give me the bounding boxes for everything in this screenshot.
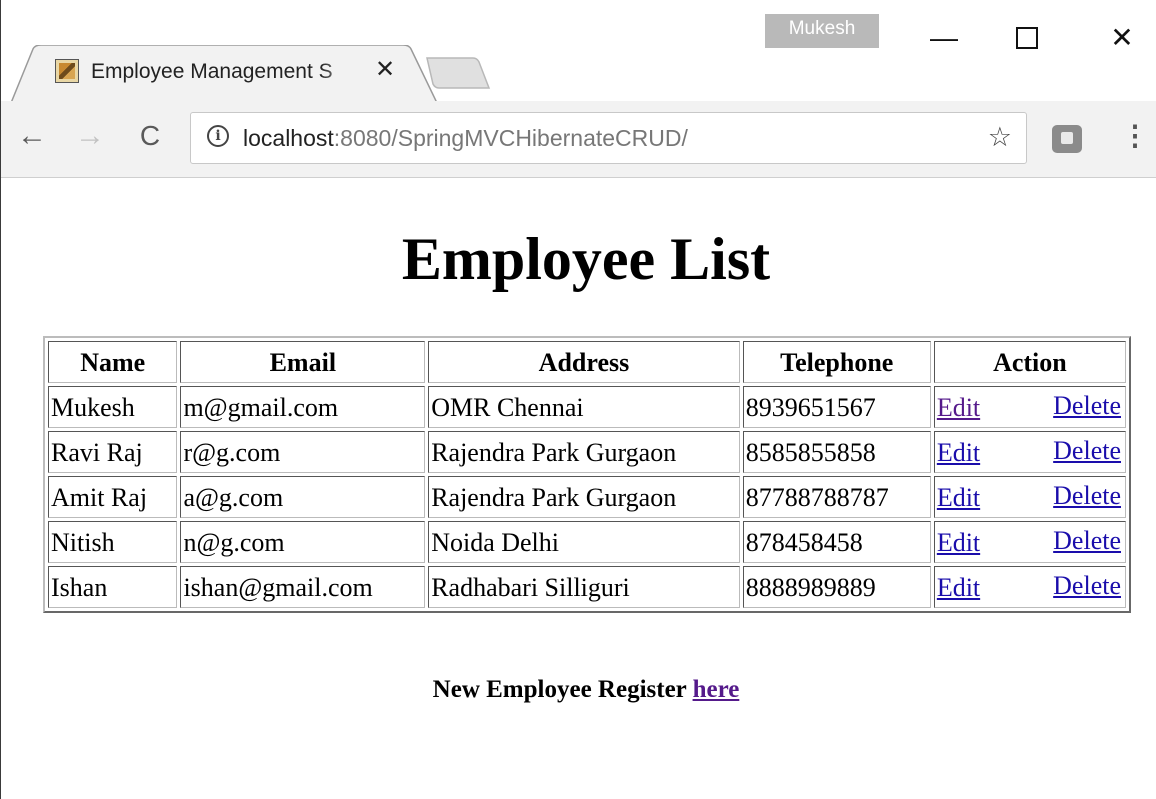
column-header-email: Email <box>180 341 426 383</box>
delete-link[interactable]: Delete <box>1053 524 1121 558</box>
cell-address: Noida Delhi <box>428 521 740 563</box>
edit-link[interactable]: Edit <box>937 438 980 467</box>
tab-employee-management[interactable]: Employee Management S ✕ <box>11 45 437 103</box>
column-header-address: Address <box>428 341 740 383</box>
register-text: New Employee Register <box>432 676 687 703</box>
maximize-button[interactable] <box>1004 18 1050 58</box>
cell-email: r@g.com <box>180 431 426 473</box>
forward-button[interactable]: → <box>73 119 107 153</box>
info-icon[interactable]: i <box>207 125 229 147</box>
table-row: Mukesh m@gmail.com OMR Chennai 893965156… <box>48 386 1126 428</box>
cell-address: Rajendra Park Gurgaon <box>428 431 740 473</box>
reload-button[interactable]: C <box>133 119 167 153</box>
cell-name: Ishan <box>48 566 178 608</box>
table-row: Nitish n@g.com Noida Delhi 878458458 Edi… <box>48 521 1126 563</box>
url-path: :8080/SpringMVCHibernateCRUD/ <box>333 125 688 151</box>
register-prompt: New Employee Register here <box>1 674 1156 706</box>
table-header-row: Name Email Address Telephone Action <box>48 341 1126 383</box>
cell-address: OMR Chennai <box>428 386 740 428</box>
cell-address: Radhabari Silliguri <box>428 566 740 608</box>
register-here-link[interactable]: here <box>693 676 740 703</box>
table-row: Amit Raj a@g.com Rajendra Park Gurgaon 8… <box>48 476 1126 518</box>
edit-link[interactable]: Edit <box>937 528 980 557</box>
cell-telephone: 87788788787 <box>742 476 931 518</box>
page-title: Employee List <box>401 226 771 292</box>
extension-icon[interactable] <box>1052 125 1082 153</box>
delete-link[interactable]: Delete <box>1053 569 1121 603</box>
back-button[interactable]: ← <box>15 119 49 153</box>
browser-menu-icon[interactable]: ⋮ <box>1121 119 1149 155</box>
edit-link[interactable]: Edit <box>937 393 980 422</box>
table-row: Ishan ishan@gmail.com Radhabari Silligur… <box>48 566 1126 608</box>
tab-close-icon[interactable]: ✕ <box>373 55 397 85</box>
address-bar[interactable]: i localhost:8080/SpringMVCHibernateCRUD/… <box>190 112 1027 164</box>
column-header-action: Action <box>933 341 1126 383</box>
column-header-name: Name <box>48 341 178 383</box>
employee-table: Name Email Address Telephone Action Muke… <box>43 336 1131 613</box>
cell-telephone: 8585855858 <box>742 431 931 473</box>
browser-toolbar: ← → C i localhost:8080/SpringMVCHibernat… <box>1 101 1156 178</box>
edit-link[interactable]: Edit <box>937 573 980 602</box>
new-tab-button[interactable] <box>425 56 491 90</box>
maximize-icon <box>1016 26 1038 49</box>
title-bar: Employee Management S ✕ Mukesh — ✕ <box>1 0 1156 103</box>
cell-action: Edit Delete <box>933 566 1126 608</box>
table-row: Ravi Raj r@g.com Rajendra Park Gurgaon 8… <box>48 431 1126 473</box>
edit-link[interactable]: Edit <box>937 483 980 512</box>
cell-email: n@g.com <box>180 521 426 563</box>
cell-telephone: 8939651567 <box>742 386 931 428</box>
cell-name: Mukesh <box>48 386 178 428</box>
cell-name: Nitish <box>48 521 178 563</box>
browser-window: Employee Management S ✕ Mukesh — ✕ ← → C… <box>0 0 1156 799</box>
page-content: Employee List Name Email Address Telepho… <box>1 178 1156 799</box>
delete-link[interactable]: Delete <box>1053 389 1121 423</box>
cell-name: Ravi Raj <box>48 431 178 473</box>
cell-email: a@g.com <box>180 476 426 518</box>
cell-action: Edit Delete <box>933 431 1126 473</box>
url-text[interactable]: localhost:8080/SpringMVCHibernateCRUD/ <box>243 123 688 153</box>
cell-telephone: 878458458 <box>742 521 931 563</box>
delete-link[interactable]: Delete <box>1053 434 1121 468</box>
cell-telephone: 8888989889 <box>742 566 931 608</box>
profile-button[interactable]: Mukesh <box>765 14 879 48</box>
bookmark-star-icon[interactable]: ☆ <box>988 121 1012 153</box>
close-window-button[interactable]: ✕ <box>1099 18 1145 58</box>
spring-leaf-favicon-icon <box>55 59 79 83</box>
cell-action: Edit Delete <box>933 476 1126 518</box>
url-host: localhost <box>243 125 334 151</box>
minimize-button[interactable]: — <box>921 18 967 58</box>
tab-title: Employee Management S <box>91 60 333 83</box>
cell-action: Edit Delete <box>933 521 1126 563</box>
cell-address: Rajendra Park Gurgaon <box>428 476 740 518</box>
delete-link[interactable]: Delete <box>1053 479 1121 513</box>
cell-action: Edit Delete <box>933 386 1126 428</box>
cell-email: ishan@gmail.com <box>180 566 426 608</box>
cell-email: m@gmail.com <box>180 386 426 428</box>
column-header-telephone: Telephone <box>742 341 931 383</box>
cell-name: Amit Raj <box>48 476 178 518</box>
